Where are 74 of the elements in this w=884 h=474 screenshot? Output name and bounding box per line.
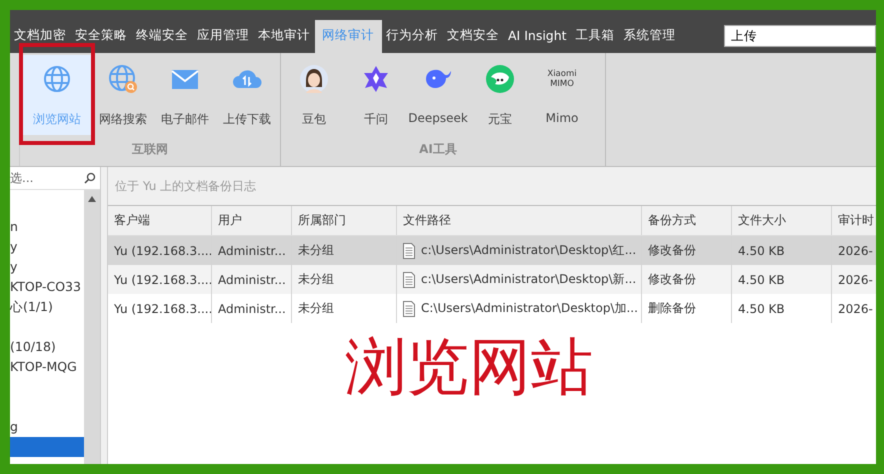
ribbon-button[interactable]: 网络搜索	[92, 55, 154, 135]
menu-tab[interactable]: 安全策略	[71, 20, 132, 53]
table-cell: Administr...	[218, 244, 286, 258]
table-cell: 4.50 KB	[738, 244, 785, 258]
table-cell: 删除备份	[648, 300, 696, 317]
scroll-up-icon	[88, 196, 96, 202]
logo-text-icon: Xiaomi MIMO	[547, 69, 577, 89]
ribbon-button[interactable]: 元宝	[469, 55, 531, 135]
tree-item[interactable]: y	[10, 257, 18, 277]
table-cell: 修改备份	[648, 242, 696, 259]
menu-tab[interactable]: 终端安全	[132, 20, 193, 53]
column-header[interactable]: 所属部门	[292, 206, 397, 235]
menu-tab[interactable]: 行为分析	[382, 20, 443, 53]
tree-item[interactable]: 心(1/1)	[10, 297, 53, 317]
table-cell: Administr...	[218, 272, 286, 286]
menu-tab[interactable]: 系统管理	[620, 20, 681, 53]
tree-item[interactable]: g	[10, 417, 18, 437]
ribbon-button[interactable]: 豆包	[283, 55, 345, 135]
tree-item[interactable]	[10, 437, 84, 457]
table-cell: Yu (192.168.3....	[114, 302, 211, 316]
table-cell: Administr...	[218, 302, 286, 316]
chat-bubble-icon	[484, 63, 516, 95]
menu-tab[interactable]: AI Insight	[504, 20, 572, 53]
table-cell: 2026-	[838, 272, 873, 286]
tree-item[interactable]: n	[10, 217, 18, 237]
document-icon	[403, 300, 415, 316]
filter-field[interactable]: 选...	[10, 171, 84, 185]
table-cell: 未分组	[298, 242, 334, 259]
tree-item[interactable]: (10/18)	[10, 337, 56, 357]
table-cell: 4.50 KB	[738, 302, 785, 316]
ribbon-button[interactable]: 千问	[345, 55, 407, 135]
column-header[interactable]: 用户	[212, 206, 292, 235]
table-row[interactable]: Yu (192.168.3.... Administr... 未分组 c:\Users\Administrator\Desktop\红... 修改备份 4.50 KB 2026-	[108, 236, 876, 265]
table-cell: c:\Users\Administrator\Desktop\新...	[421, 271, 636, 288]
column-header[interactable]: 文件大小	[732, 206, 832, 235]
tree-item[interactable]: KTOP-CO33	[10, 277, 81, 297]
menu-tab[interactable]: 文档加密	[10, 20, 71, 53]
table-row[interactable]: Yu (192.168.3.... Administr... 未分组 c:\Users\Administrator\Desktop\新... 修改备份 4.50 KB 2026-	[108, 265, 876, 294]
column-header[interactable]: 审计时	[832, 206, 876, 235]
table-cell: 未分组	[298, 271, 334, 288]
document-icon	[403, 242, 415, 258]
menu-tab[interactable]: 应用管理	[193, 20, 254, 53]
scrollbar[interactable]	[84, 190, 100, 464]
group-label: AI工具	[418, 141, 458, 158]
table-cell: 未分组	[298, 300, 334, 317]
ribbon-button[interactable]: 电子邮件	[154, 55, 216, 135]
group-label: 互联网	[131, 141, 169, 158]
table-cell: 4.50 KB	[738, 272, 785, 286]
menu-tab[interactable]: 工具箱	[572, 20, 620, 53]
globe-search-icon	[107, 63, 139, 95]
column-header[interactable]: 备份方式	[642, 206, 732, 235]
annotation-text: 浏览网站	[345, 336, 593, 398]
table-cell: Yu (192.168.3....	[114, 272, 211, 286]
tree-item[interactable]: KTOP-MQG	[10, 357, 77, 377]
table-cell: 2026-	[838, 302, 873, 316]
table-cell: 2026-	[838, 244, 873, 258]
tree-item[interactable]: y	[10, 237, 18, 257]
ribbon-button[interactable]: Deepseek	[407, 55, 469, 135]
table-cell: 修改备份	[648, 271, 696, 288]
table-cell: Yu (192.168.3....	[114, 244, 211, 258]
log-title: 位于 Yu 上的文档备份日志	[108, 167, 876, 206]
avatar-icon	[298, 63, 330, 95]
search-icon	[84, 172, 96, 184]
table-cell: c:\Users\Administrator\Desktop\红...	[421, 242, 636, 259]
globe-icon	[41, 63, 73, 95]
ribbon-button[interactable]: 上传下载	[216, 55, 278, 135]
column-header[interactable]: 客户端	[108, 206, 212, 235]
menu-tab[interactable]: 文档安全	[443, 20, 504, 53]
ribbon-button[interactable]: Xiaomi MIMO Mimo	[531, 55, 593, 135]
menu-tab[interactable]: 本地审计	[254, 20, 315, 53]
search-field[interactable]: 上传	[724, 25, 876, 47]
table-cell: C:\Users\Administrator\Desktop\加...	[421, 300, 638, 317]
document-icon	[403, 272, 415, 288]
column-header[interactable]: 文件路径	[397, 206, 642, 235]
